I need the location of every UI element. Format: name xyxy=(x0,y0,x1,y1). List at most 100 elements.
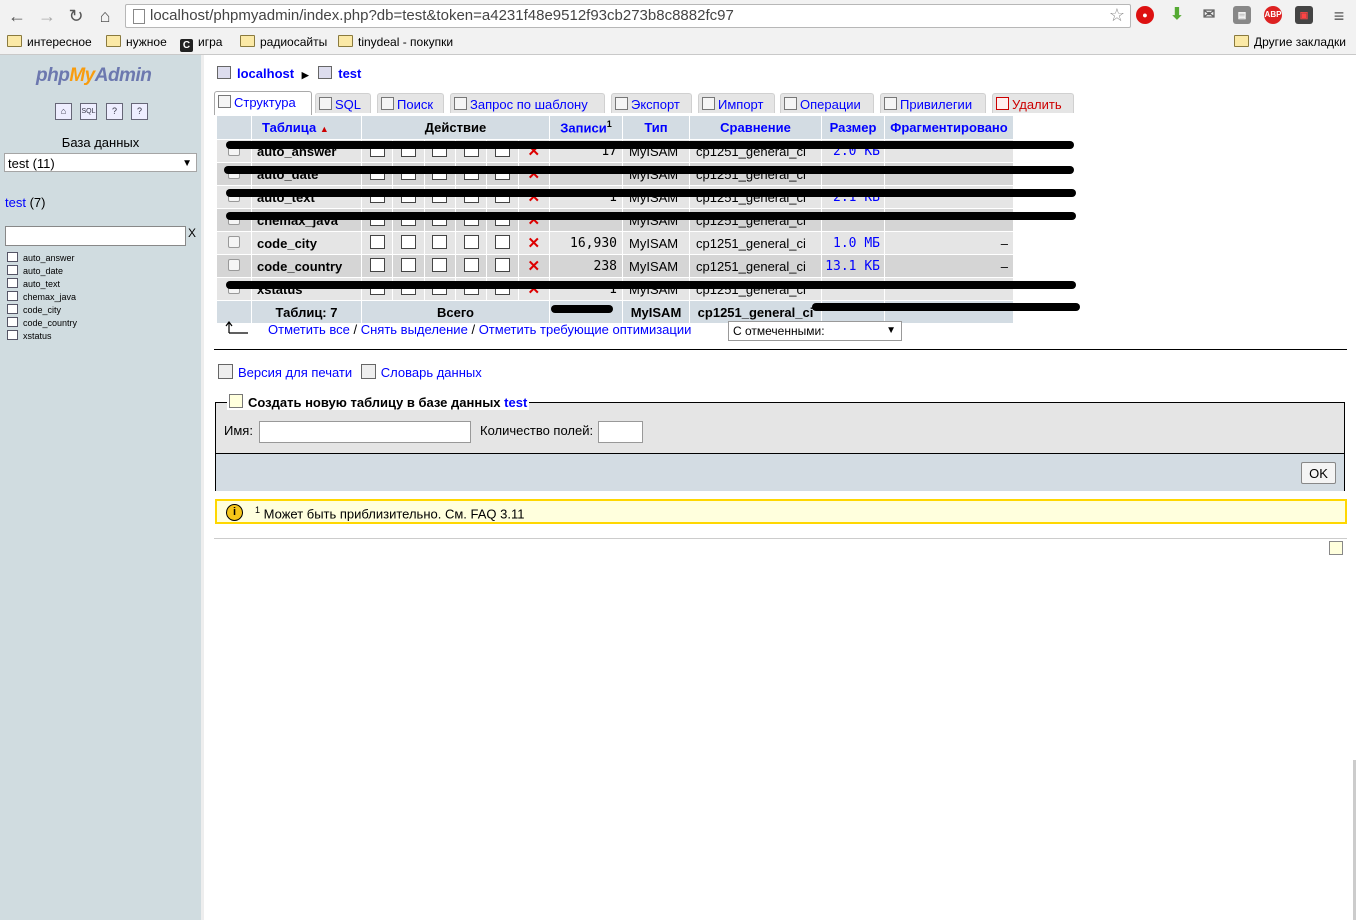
breadcrumb: localhost ▶ test xyxy=(217,66,361,81)
list-item[interactable]: auto_answer xyxy=(7,252,77,265)
list-item[interactable]: auto_text xyxy=(7,278,77,291)
insert-icon[interactable] xyxy=(455,255,487,277)
resolution-icon[interactable]: ▣ xyxy=(1295,6,1313,24)
insert-icon[interactable] xyxy=(455,232,487,254)
table-filter-input[interactable] xyxy=(5,226,186,246)
empty-icon[interactable] xyxy=(487,232,518,254)
print-view-link[interactable]: Версия для печати xyxy=(238,365,352,380)
legend-db-link[interactable]: test xyxy=(504,395,527,410)
reload-icon[interactable]: ↻ xyxy=(65,5,87,27)
header-checkbox xyxy=(217,116,251,139)
mail-icon[interactable]: ✉ xyxy=(1200,6,1218,24)
bookmark-link[interactable]: Cигра xyxy=(180,35,222,52)
list-item[interactable]: auto_date xyxy=(7,265,77,278)
forward-icon[interactable]: → xyxy=(36,5,58,27)
home-icon[interactable]: ⌂ xyxy=(55,103,72,120)
bookmark-folder[interactable]: радиосайты xyxy=(240,35,327,49)
breadcrumb-db[interactable]: test xyxy=(338,66,361,81)
table-name[interactable]: code_city xyxy=(252,232,361,254)
home-icon[interactable]: ⌂ xyxy=(94,5,116,27)
privileges-icon xyxy=(884,97,897,110)
structure-icon[interactable] xyxy=(393,232,424,254)
check-all-link[interactable]: Отметить все xyxy=(268,322,350,337)
sql-query-icon[interactable]: SQL xyxy=(80,103,97,120)
fields-count-input[interactable] xyxy=(598,421,643,443)
tab-sql[interactable]: SQL xyxy=(315,93,371,113)
db-heading: test (7) xyxy=(5,195,46,210)
empty-icon[interactable] xyxy=(487,255,518,277)
row-checkbox[interactable] xyxy=(217,232,251,254)
check-overhead-link[interactable]: Отметить требующие оптимизации xyxy=(479,322,692,337)
docs-icon[interactable]: ? xyxy=(131,103,148,120)
menu-icon[interactable]: ≡ xyxy=(1328,5,1350,27)
header-collation[interactable]: Сравнение xyxy=(690,116,821,139)
drop-icon[interactable]: ✕ xyxy=(518,255,549,277)
size-cell[interactable]: 1.0 МБ xyxy=(822,232,884,254)
adblock-icon[interactable]: ABP xyxy=(1264,6,1282,24)
database-icon xyxy=(318,66,333,79)
overhead-cell: – xyxy=(885,232,1013,254)
bookmark-c-icon: C xyxy=(180,39,193,52)
browse-icon[interactable] xyxy=(362,232,393,254)
download-icon[interactable]: ⬇ xyxy=(1168,6,1186,24)
tab-search[interactable]: Поиск xyxy=(377,93,444,113)
header-size[interactable]: Размер xyxy=(822,116,884,139)
structure-icon[interactable] xyxy=(393,255,424,277)
bookmark-folder[interactable]: нужное xyxy=(106,35,167,49)
notepad-icon[interactable] xyxy=(1329,541,1343,555)
frame-separator[interactable] xyxy=(201,55,204,920)
row-checkbox[interactable] xyxy=(217,255,251,277)
drop-icon[interactable]: ✕ xyxy=(518,232,549,254)
other-bookmarks[interactable]: Другие закладки xyxy=(1234,35,1346,49)
search-icon[interactable] xyxy=(424,255,455,277)
size-cell[interactable]: 13.1 КБ xyxy=(822,255,884,277)
header-table[interactable]: Таблица ▲ xyxy=(252,116,361,139)
data-dictionary-link[interactable]: Словарь данных xyxy=(381,365,482,380)
header-type[interactable]: Тип xyxy=(623,116,689,139)
sidebar: phpMyAdmin ⌂ SQL ? ? База данных test (1… xyxy=(0,55,201,920)
list-item[interactable]: xstatus xyxy=(7,330,77,343)
tab-query[interactable]: Запрос по шаблону xyxy=(450,93,605,113)
collation-cell: cp1251_general_ci xyxy=(690,232,821,254)
tab-operations[interactable]: Операции xyxy=(780,93,874,113)
table-icon xyxy=(7,330,18,340)
db-link[interactable]: test xyxy=(5,195,26,210)
uncheck-all-link[interactable]: Снять выделение xyxy=(361,322,468,337)
table-name[interactable]: code_country xyxy=(252,255,361,277)
footer-type: MyISAM xyxy=(623,301,689,323)
tab-import[interactable]: Импорт xyxy=(698,93,775,113)
phpmyadmin-logo[interactable]: phpMyAdmin xyxy=(36,65,152,87)
server-icon xyxy=(217,66,231,79)
breadcrumb-server[interactable]: localhost xyxy=(237,66,294,81)
table-name-input[interactable] xyxy=(259,421,471,443)
extension-icon[interactable]: ▤ xyxy=(1233,6,1251,24)
bookmark-folder[interactable]: интересное xyxy=(7,35,92,49)
url-text[interactable]: localhost/phpmyadmin/index.php?db=test&t… xyxy=(150,7,734,24)
address-bar[interactable]: localhost/phpmyadmin/index.php?db=test&t… xyxy=(125,4,1131,28)
tab-privileges[interactable]: Привилегии xyxy=(880,93,986,113)
with-selected-select[interactable]: С отмеченными: ▼ xyxy=(728,321,902,341)
database-select[interactable]: test (11) ▼ xyxy=(4,153,197,172)
tab-structure[interactable]: Структура xyxy=(214,91,312,115)
browse-icon[interactable] xyxy=(362,255,393,277)
list-item[interactable]: code_country xyxy=(7,317,77,330)
bookmark-folder[interactable]: tinydeal - покупки xyxy=(338,35,453,49)
ok-button[interactable]: OK xyxy=(1301,462,1336,484)
footer-collation: cp1251_general_ci xyxy=(690,301,821,323)
help-icon[interactable]: ? xyxy=(106,103,123,120)
list-item[interactable]: code_city xyxy=(7,304,77,317)
list-item[interactable]: chemax_java xyxy=(7,291,77,304)
tab-export[interactable]: Экспорт xyxy=(611,93,692,113)
header-overhead[interactable]: Фрагментировано xyxy=(885,116,1013,139)
type-cell: MyISAM xyxy=(623,255,689,277)
back-icon[interactable]: ← xyxy=(6,5,28,27)
collation-cell: cp1251_general_ci xyxy=(690,255,821,277)
stop-icon[interactable]: ● xyxy=(1136,6,1154,24)
bookmark-star-icon[interactable]: ☆ xyxy=(1109,5,1125,26)
table-icon xyxy=(7,291,18,301)
clear-filter-button[interactable]: X xyxy=(188,226,196,240)
divider xyxy=(214,538,1347,539)
header-records[interactable]: Записи1 xyxy=(550,116,622,139)
tab-drop[interactable]: Удалить xyxy=(992,93,1074,113)
search-icon[interactable] xyxy=(424,232,455,254)
